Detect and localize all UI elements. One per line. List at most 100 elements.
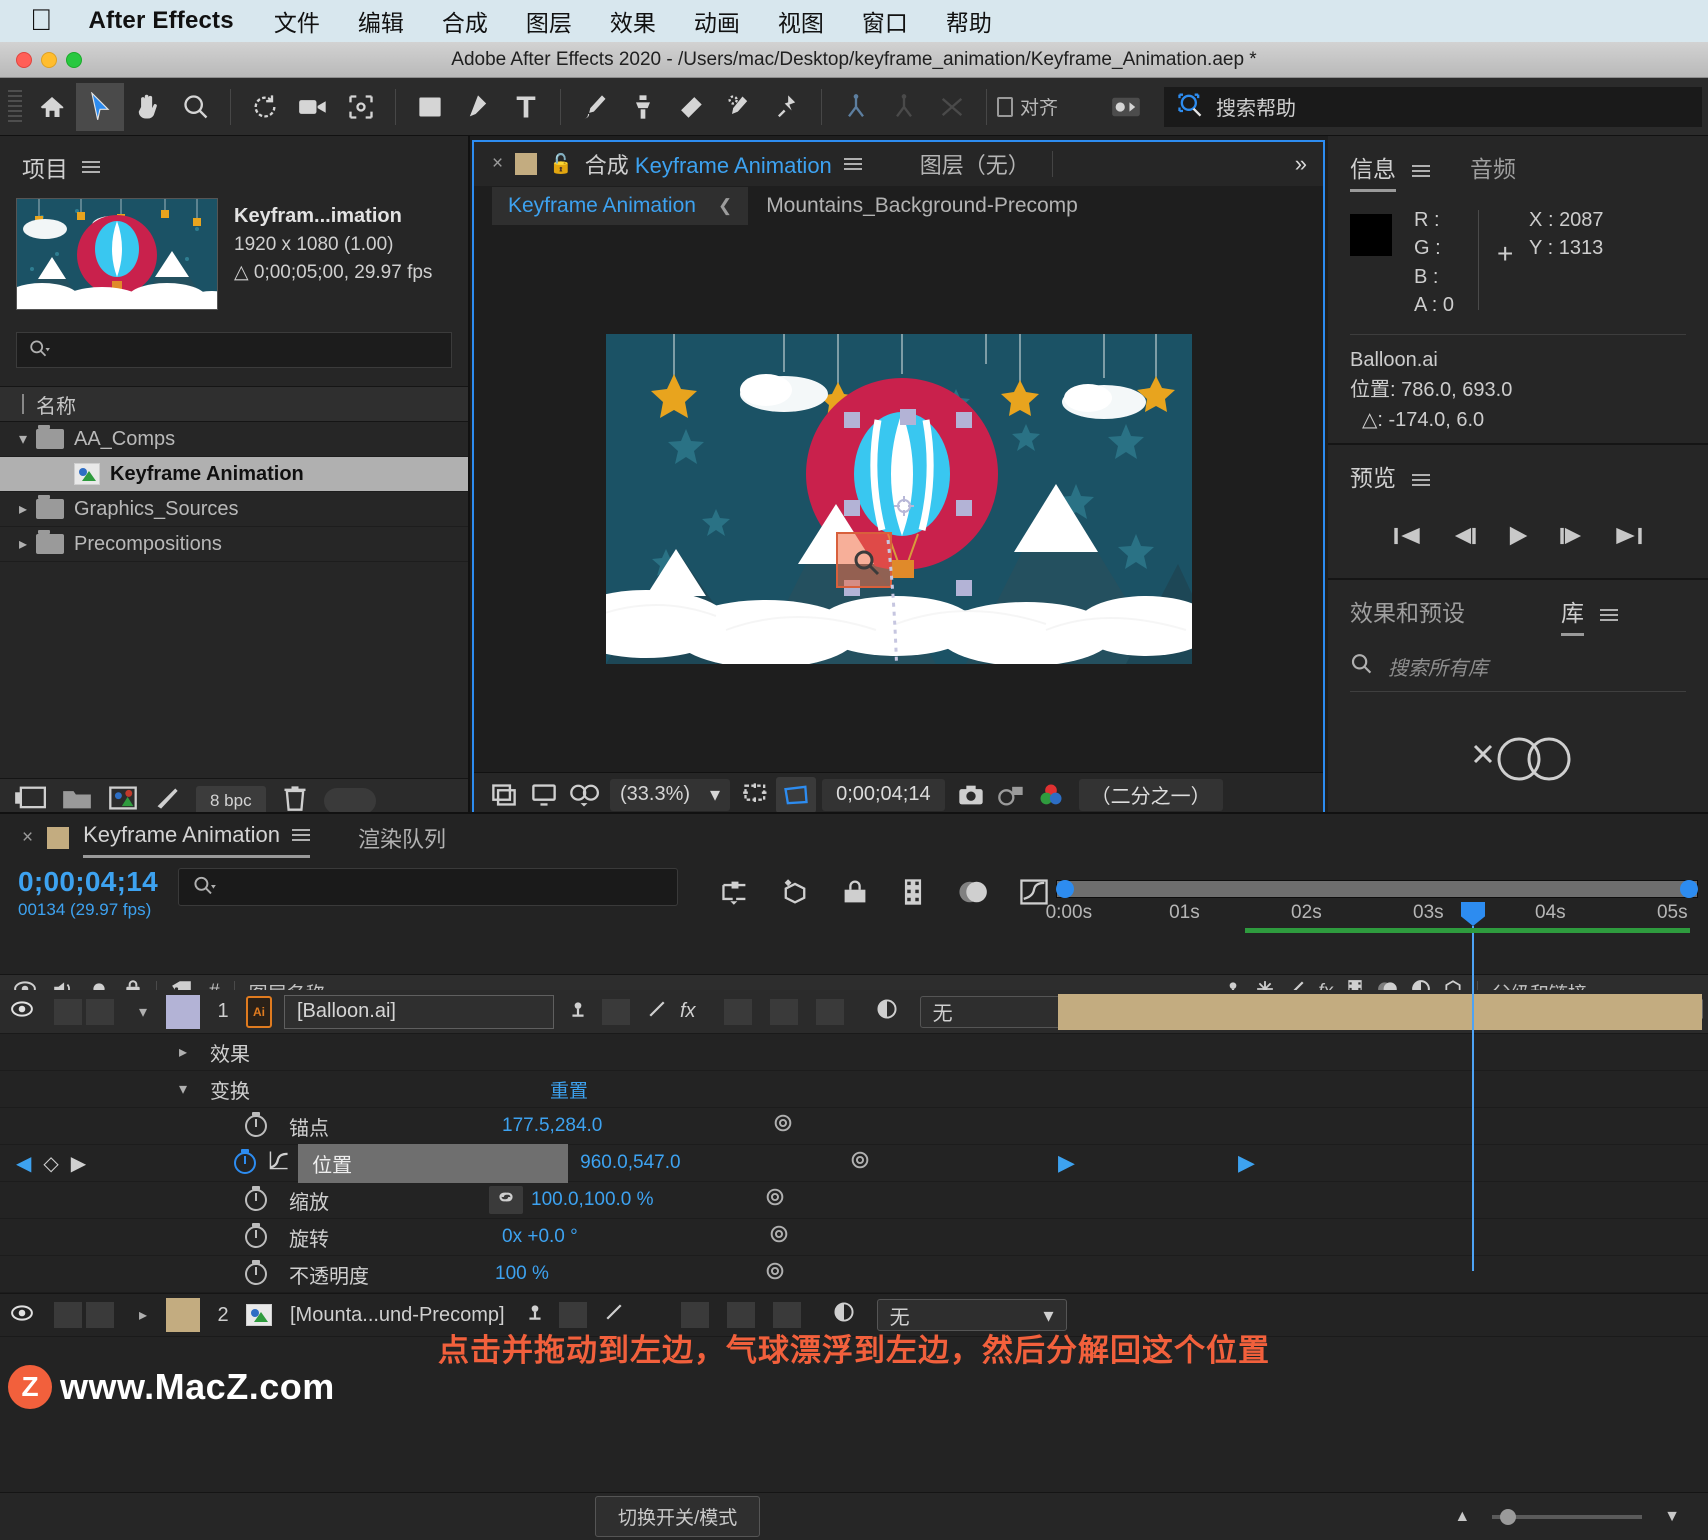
workspace-gear-icon[interactable]: [1102, 83, 1150, 131]
timeline-timecode-block[interactable]: 0;00;04;14 00134 (29.97 fps): [0, 862, 178, 926]
project-search-input[interactable]: [16, 332, 452, 368]
work-area-bar[interactable]: [1056, 880, 1698, 898]
property-row[interactable]: 不透明度 100 %: [0, 1256, 1708, 1293]
hand-icon[interactable]: [124, 83, 172, 131]
camera-icon[interactable]: [289, 83, 337, 131]
snapshot-camera-icon[interactable]: [951, 777, 991, 813]
toolbar-grip[interactable]: [8, 89, 22, 124]
panel-menu-icon[interactable]: [1412, 165, 1430, 177]
chevron-left-icon[interactable]: ❮: [718, 196, 732, 216]
close-tab-icon[interactable]: ×: [492, 153, 503, 175]
timeline-ruler[interactable]: 0:00s 01s 02s 03s 04s 05s: [1046, 862, 1708, 926]
text-icon[interactable]: [502, 83, 550, 131]
puppet-starch-icon[interactable]: [880, 83, 928, 131]
property-group-row[interactable]: ▸ 效果: [0, 1034, 1708, 1071]
expression-toggle-icon[interactable]: [849, 1149, 871, 1177]
property-row[interactable]: ◀ ◇ ▶ 位置 960.0,547.0 ▶ ▶: [0, 1143, 1708, 1183]
rectangle-icon[interactable]: [406, 83, 454, 131]
reset-link[interactable]: 重置: [550, 1076, 588, 1103]
panel-menu-icon[interactable]: [82, 161, 100, 173]
resolution-dropdown[interactable]: （二分之一）: [1078, 778, 1223, 811]
anchor-switch-icon[interactable]: [568, 1000, 588, 1024]
panel-menu-icon[interactable]: [1600, 608, 1618, 621]
pen-icon[interactable]: [454, 83, 502, 131]
menu-item-composition[interactable]: 合成: [442, 4, 488, 38]
chevron-down-icon[interactable]: ▾: [170, 1079, 196, 1099]
layer-duration-bar[interactable]: [1058, 994, 1702, 1030]
draft-3d-icon[interactable]: [780, 877, 810, 912]
app-name-label[interactable]: After Effects: [89, 7, 234, 35]
property-value[interactable]: 177.5,284.0: [502, 1115, 602, 1137]
panel-menu-icon[interactable]: [1412, 473, 1430, 486]
hide-shy-layers-icon[interactable]: [840, 878, 870, 911]
stopwatch-icon[interactable]: [245, 1226, 267, 1248]
layer-switch-box[interactable]: [723, 998, 752, 1025]
graph-editor-icon[interactable]: [268, 1149, 290, 1177]
property-value[interactable]: 960.0,547.0: [580, 1152, 680, 1174]
property-value[interactable]: 100.0,100.0 %: [531, 1189, 654, 1211]
puppet-bend-icon[interactable]: [928, 83, 976, 131]
tab-keyframe-animation[interactable]: Keyframe Animation: [83, 822, 310, 858]
panel-resize-handle[interactable]: [323, 787, 376, 814]
keyframe-nav-prev-icon[interactable]: ◀: [16, 1151, 31, 1176]
double-chevron-right-icon[interactable]: »: [1295, 151, 1307, 177]
play-icon[interactable]: [1504, 523, 1532, 556]
bit-depth-button[interactable]: 8 bpc: [196, 785, 266, 816]
chevron-down-icon[interactable]: ▾: [130, 1002, 156, 1022]
breadcrumb-tab-active[interactable]: Keyframe Animation ❮: [492, 187, 749, 225]
list-item[interactable]: ▾ AA_Comps: [0, 422, 468, 457]
chevron-right-icon[interactable]: ▸: [130, 1305, 156, 1325]
stopwatch-icon[interactable]: [234, 1152, 257, 1174]
library-search-field[interactable]: 搜索所有库: [1350, 652, 1686, 692]
display-icon[interactable]: [524, 777, 564, 813]
expression-toggle-icon[interactable]: [772, 1112, 794, 1140]
quality-switch-icon[interactable]: [605, 1303, 623, 1327]
apple-icon[interactable]: : [30, 6, 53, 36]
zoom-magnifier-icon[interactable]: [172, 83, 220, 131]
panel-menu-icon[interactable]: [291, 829, 310, 841]
list-item[interactable]: ▸ Graphics_Sources: [0, 492, 468, 527]
tab-audio[interactable]: 音频: [1470, 150, 1516, 192]
stopwatch-icon[interactable]: [245, 1263, 267, 1285]
stopwatch-icon[interactable]: [245, 1115, 267, 1137]
property-row[interactable]: 锚点 177.5,284.0: [0, 1108, 1708, 1145]
chevron-right-icon[interactable]: ▸: [10, 534, 36, 554]
puppet-pin-icon[interactable]: [763, 83, 811, 131]
tab-render-queue[interactable]: 渲染队列: [358, 822, 446, 854]
current-time-display[interactable]: 0;00;04;14: [822, 778, 945, 811]
stopwatch-icon[interactable]: [245, 1189, 267, 1211]
brush-icon[interactable]: [571, 83, 619, 131]
frame-blending-icon[interactable]: [900, 877, 926, 912]
unified-rig-icon[interactable]: [832, 83, 880, 131]
link-chain-icon[interactable]: [489, 1186, 523, 1214]
next-frame-icon[interactable]: [1558, 523, 1588, 556]
layer-audio-toggle[interactable]: [54, 998, 82, 1025]
keyframe-nav-next-icon[interactable]: ▶: [71, 1151, 86, 1176]
layer-switch-box[interactable]: [769, 998, 798, 1025]
timeline-search-input[interactable]: [178, 868, 678, 906]
expression-toggle-icon[interactable]: [764, 1260, 786, 1288]
menu-item-layer[interactable]: 图层: [526, 4, 572, 38]
layer-switch-box[interactable]: [815, 998, 844, 1025]
menu-item-view[interactable]: 视图: [778, 4, 824, 38]
layer-switch-box[interactable]: [602, 998, 630, 1025]
list-item[interactable]: ▸ Precompositions: [0, 527, 468, 562]
composition-tab-label[interactable]: 合成 Keyframe Animation: [585, 148, 832, 180]
anchor-point-icon[interactable]: [337, 83, 385, 131]
layer-name[interactable]: [Mounta...und-Precomp]: [290, 1304, 505, 1327]
property-row[interactable]: 旋转 0x +0.0 °: [0, 1219, 1708, 1256]
zoom-out-icon[interactable]: ▲: [1454, 1508, 1470, 1526]
home-icon[interactable]: [28, 83, 76, 131]
chevron-right-icon[interactable]: ▸: [10, 499, 36, 519]
close-tab-icon[interactable]: ×: [22, 827, 33, 849]
tab-info[interactable]: 信息: [1350, 150, 1396, 192]
magnification-dropdown[interactable]: (33.3%) ▾: [610, 778, 731, 811]
layer-visibility-toggle[interactable]: [0, 1000, 44, 1023]
timeline-current-time[interactable]: 0;00;04;14: [18, 866, 178, 898]
first-frame-icon[interactable]: [1392, 523, 1422, 556]
rgb-channels-icon[interactable]: [1031, 777, 1071, 813]
playhead[interactable]: [1461, 902, 1485, 1271]
toggle-view-icon[interactable]: [484, 777, 524, 813]
layer-label-color[interactable]: [166, 994, 200, 1029]
tab-libraries[interactable]: 库: [1561, 594, 1584, 636]
